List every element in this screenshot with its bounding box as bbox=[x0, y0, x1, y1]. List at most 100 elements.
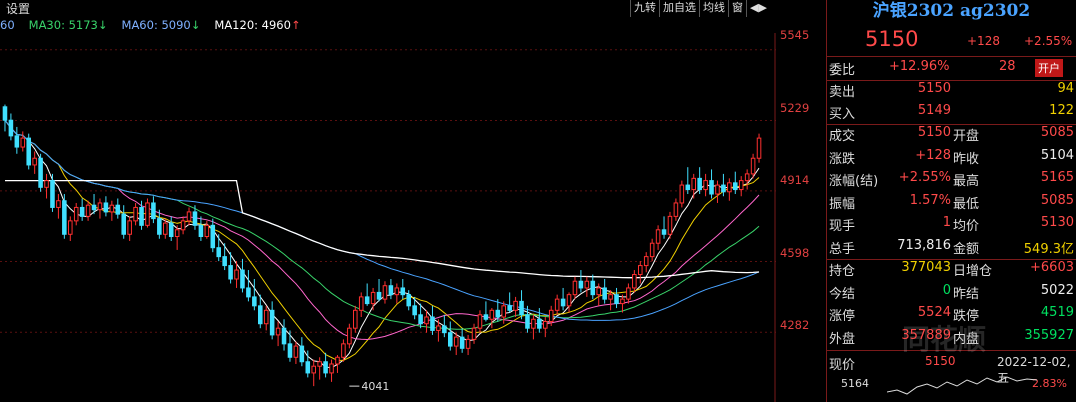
candle-body bbox=[305, 361, 311, 374]
stat-row: 成交 5150 开盘 5085 bbox=[829, 125, 1074, 144]
candle-body bbox=[471, 327, 477, 340]
candle-body bbox=[216, 247, 221, 258]
candle-body bbox=[186, 211, 192, 222]
y-tick-label: 5229 bbox=[780, 101, 810, 115]
candle-body bbox=[756, 137, 762, 159]
mini-axis-value: 5164 bbox=[841, 377, 869, 390]
candle-body bbox=[85, 204, 91, 217]
candle-body bbox=[62, 200, 67, 235]
candle-body bbox=[353, 309, 358, 329]
candle-body bbox=[400, 287, 406, 296]
candle-body bbox=[157, 218, 162, 235]
candle-body bbox=[20, 137, 26, 148]
settings-button[interactable]: 设置 bbox=[6, 0, 30, 17]
candle-body bbox=[649, 242, 655, 258]
candle-body bbox=[548, 309, 554, 322]
down-arrow-icon: ↓ bbox=[190, 18, 201, 32]
tool-buttons: 九转 加自选 均线 窗 ◀▶ bbox=[630, 0, 770, 17]
candle-body bbox=[263, 309, 269, 325]
ma60-line bbox=[4, 119, 760, 321]
stat-row: 现手 1 均价 5130 bbox=[829, 215, 1074, 234]
candle-body bbox=[32, 157, 37, 166]
candle-body bbox=[109, 204, 115, 213]
candle-body bbox=[246, 287, 251, 298]
candle-body bbox=[26, 137, 31, 166]
candle-body bbox=[311, 365, 316, 374]
candle-body bbox=[329, 363, 334, 374]
jiuzhuan-button[interactable]: 九转 bbox=[630, 0, 659, 17]
ma10-line bbox=[4, 119, 760, 361]
candle-body bbox=[424, 316, 429, 325]
candle-body bbox=[103, 202, 109, 213]
candle-body bbox=[638, 265, 643, 276]
add-watchlist-button[interactable]: 加自选 bbox=[659, 0, 699, 17]
candle-body bbox=[507, 305, 512, 311]
candle-body bbox=[697, 177, 702, 191]
candle-body bbox=[632, 274, 637, 289]
candle-body bbox=[133, 206, 138, 222]
candle-body bbox=[679, 184, 685, 204]
collapse-arrow-icon[interactable]: ◀▶ bbox=[746, 0, 770, 17]
candle-body bbox=[744, 173, 750, 182]
candle-body bbox=[596, 287, 601, 296]
candle-body bbox=[192, 211, 198, 226]
candle-body bbox=[661, 229, 667, 235]
candle-body bbox=[382, 285, 388, 300]
candle-body bbox=[495, 309, 501, 318]
candle-body bbox=[204, 224, 210, 238]
candle-body bbox=[578, 280, 584, 289]
candle-body bbox=[513, 300, 518, 311]
down-arrow-icon: ↓ bbox=[97, 18, 108, 32]
candle-body bbox=[554, 298, 560, 311]
candle-body bbox=[115, 204, 121, 215]
price-change: +128 bbox=[967, 34, 1000, 48]
ask-row: 卖出 5150 94 bbox=[829, 81, 1074, 100]
candle-body bbox=[750, 157, 756, 175]
candle-body bbox=[364, 296, 370, 305]
candle-body bbox=[323, 361, 328, 374]
candle-body bbox=[608, 294, 613, 300]
window-button[interactable]: 窗 bbox=[728, 0, 746, 17]
candle-body bbox=[139, 206, 144, 226]
quote-panel: 沪银2302 ag2302 5150 +128 +2.55% 委比 +12.96… bbox=[827, 0, 1076, 402]
candle-body bbox=[168, 222, 174, 238]
candle-body bbox=[620, 298, 625, 305]
legend-ma120: MA120: 4960↑ bbox=[214, 18, 301, 32]
candle-body bbox=[430, 316, 435, 331]
stat-row: 涨跌 +128 昨收 5104 bbox=[829, 147, 1074, 167]
candle-body bbox=[358, 296, 364, 311]
candle-body bbox=[210, 224, 216, 249]
moving-average-button[interactable]: 均线 bbox=[699, 0, 728, 17]
candle-body bbox=[501, 305, 506, 318]
candle-body bbox=[347, 327, 352, 345]
candle-body bbox=[222, 256, 227, 267]
candle-body bbox=[50, 180, 55, 208]
candle-body bbox=[465, 338, 471, 349]
candle-body bbox=[738, 180, 744, 191]
candle-body bbox=[73, 206, 79, 222]
candle-body bbox=[519, 300, 524, 316]
divider bbox=[827, 56, 1076, 57]
candle-body bbox=[91, 204, 97, 211]
candle-body bbox=[643, 256, 649, 267]
price-change-pct: +2.55% bbox=[1024, 34, 1073, 48]
candle-body bbox=[703, 180, 708, 191]
candle-body bbox=[418, 314, 423, 325]
candle-body bbox=[673, 202, 679, 217]
candle-body bbox=[180, 220, 186, 231]
candle-body bbox=[667, 215, 673, 235]
ma5-line bbox=[4, 119, 760, 369]
candle-body bbox=[376, 291, 382, 300]
open-account-button[interactable]: 开户 bbox=[1035, 59, 1063, 77]
candle-body bbox=[293, 345, 299, 358]
candle-body bbox=[685, 184, 691, 191]
candle-body bbox=[626, 287, 631, 300]
up-arrow-icon: ↑ bbox=[290, 18, 301, 32]
candle-body bbox=[721, 184, 726, 193]
candlestick-chart[interactable]: 4041 bbox=[0, 33, 776, 402]
candle-body bbox=[406, 294, 411, 307]
ma-legend: 60 MA30: 5173↓ MA60: 5090↓ MA120: 4960↑ bbox=[0, 17, 315, 33]
legend-ma60: MA60: 5090↓ bbox=[121, 18, 201, 32]
candle-body bbox=[121, 213, 126, 235]
stat-row: 持仓 377043 日增仓 +6603 bbox=[829, 260, 1074, 279]
